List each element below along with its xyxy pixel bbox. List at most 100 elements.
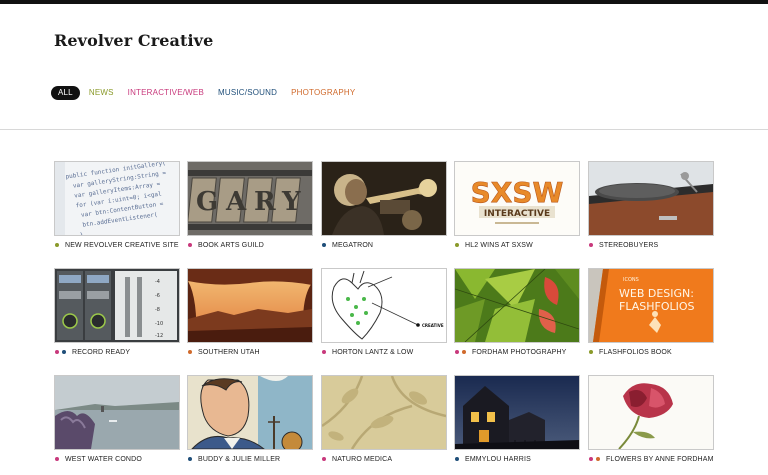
code-thumbnail[interactable]: public function initGallery( var gallery… bbox=[54, 161, 180, 236]
svg-text:-6: -6 bbox=[155, 293, 160, 299]
category-dot bbox=[589, 350, 593, 354]
svg-text:R: R bbox=[254, 187, 276, 217]
tile-label[interactable]: HORTON LANTZ & LOW bbox=[332, 348, 413, 357]
waterfront-thumbnail[interactable] bbox=[54, 375, 180, 450]
category-dot bbox=[188, 243, 192, 247]
category-dot bbox=[322, 350, 326, 354]
portfolio-tile[interactable]: public function initGallery( var gallery… bbox=[54, 161, 180, 250]
canyon-icon bbox=[188, 269, 312, 342]
tile-label[interactable]: FLASHFOLIOS BOOK bbox=[599, 348, 672, 357]
turntable-thumbnail[interactable] bbox=[588, 161, 714, 236]
svg-text:G: G bbox=[196, 187, 218, 217]
category-dots bbox=[455, 457, 462, 461]
tile-label[interactable]: NEW REVOLVER CREATIVE SITE bbox=[65, 241, 179, 250]
botanical-thumbnail[interactable] bbox=[321, 375, 447, 450]
category-dots bbox=[188, 350, 195, 354]
svg-text:-12: -12 bbox=[155, 333, 163, 339]
interactive-text: INTERACTIVE bbox=[484, 209, 550, 219]
category-dots bbox=[188, 457, 195, 461]
portfolio-tile[interactable]: SOUTHERN UTAH bbox=[187, 268, 313, 357]
tile-label[interactable]: HL2 WINS AT SXSW bbox=[465, 241, 533, 250]
category-dots bbox=[322, 350, 329, 354]
night-house-thumbnail[interactable] bbox=[454, 375, 580, 450]
sxsw-thumbnail[interactable]: SXSW INTERACTIVE bbox=[454, 161, 580, 236]
tile-label[interactable]: EMMYLOU HARRIS bbox=[465, 455, 531, 464]
portfolio-tile[interactable]: FLOWERS BY ANNE FORDHAM bbox=[588, 375, 714, 464]
svg-text:Y: Y bbox=[281, 187, 301, 217]
category-dot bbox=[589, 457, 593, 461]
portfolio-tile[interactable]: -4 -6 -8 -10 -12 RECORD READY bbox=[54, 268, 180, 357]
waterfront-icon bbox=[55, 376, 179, 449]
portfolio-tile[interactable]: NATURO MEDICA bbox=[321, 375, 447, 464]
svg-text:A: A bbox=[225, 187, 247, 217]
tulip-thumbnail[interactable] bbox=[588, 375, 714, 450]
illustration-icon bbox=[188, 376, 312, 449]
category-dot bbox=[589, 243, 593, 247]
category-dot bbox=[455, 243, 459, 247]
trumpet-player-thumbnail[interactable] bbox=[321, 161, 447, 236]
tile-label[interactable]: WEST WATER CONDO bbox=[65, 455, 142, 464]
category-dots bbox=[455, 243, 462, 247]
heart-diagram-thumbnail[interactable]: CREATIVE bbox=[321, 268, 447, 343]
category-filters: ALL NEWS INTERACTIVE/WEB MUSIC/SOUND PHO… bbox=[51, 86, 369, 100]
svg-text:-10: -10 bbox=[155, 321, 163, 327]
canyon-thumbnail[interactable] bbox=[187, 268, 313, 343]
botanical-icon bbox=[322, 376, 446, 449]
tulip-icon bbox=[589, 376, 713, 449]
portfolio-tile[interactable]: ICONS WEB DESIGN: FLASHFOLIOS FLASHFOLIO… bbox=[588, 268, 714, 357]
category-dot bbox=[62, 350, 66, 354]
code-icon: public function initGallery( var gallery… bbox=[55, 162, 179, 235]
header-divider bbox=[0, 129, 768, 130]
tile-label[interactable]: STEREOBUYERS bbox=[599, 241, 658, 250]
category-dot bbox=[322, 457, 326, 461]
category-dot bbox=[55, 457, 59, 461]
site-title[interactable]: Revolver Creative bbox=[54, 31, 213, 50]
turntable-icon bbox=[589, 162, 713, 235]
category-dot bbox=[455, 350, 459, 354]
category-dots bbox=[322, 457, 329, 461]
category-dots bbox=[589, 457, 603, 461]
book-title-line-1: WEB DESIGN: bbox=[619, 287, 694, 300]
portfolio-tile[interactable]: BUDDY & JULIE MILLER bbox=[187, 375, 313, 464]
filter-music-sound[interactable]: MUSIC/SOUND bbox=[218, 87, 277, 99]
category-dots bbox=[55, 457, 62, 461]
letterpress-thumbnail[interactable]: GARY bbox=[187, 161, 313, 236]
portfolio-tile[interactable]: FORDHAM PHOTOGRAPHY bbox=[454, 268, 580, 357]
portfolio-tile[interactable]: CREATIVE HORTON LANTZ & LOW bbox=[321, 268, 447, 357]
sxsw-logo-icon: SXSW INTERACTIVE bbox=[455, 162, 579, 235]
filter-photography[interactable]: PHOTOGRAPHY bbox=[291, 87, 355, 99]
category-dots bbox=[322, 243, 329, 247]
illustration-thumbnail[interactable] bbox=[187, 375, 313, 450]
book-cover-thumbnail[interactable]: ICONS WEB DESIGN: FLASHFOLIOS bbox=[588, 268, 714, 343]
category-dots bbox=[589, 350, 596, 354]
portfolio-tile[interactable]: MEGATRON bbox=[321, 161, 447, 250]
filter-interactive-web[interactable]: INTERACTIVE/WEB bbox=[128, 87, 204, 99]
filter-news[interactable]: NEWS bbox=[89, 87, 114, 99]
top-bar bbox=[0, 0, 768, 4]
tile-label[interactable]: FORDHAM PHOTOGRAPHY bbox=[472, 348, 567, 357]
night-house-icon bbox=[455, 376, 579, 449]
tile-label[interactable]: RECORD READY bbox=[72, 348, 130, 357]
tile-label[interactable]: SOUTHERN UTAH bbox=[198, 348, 260, 357]
tile-label[interactable]: FLOWERS BY ANNE FORDHAM bbox=[606, 455, 714, 464]
leaves-thumbnail[interactable] bbox=[454, 268, 580, 343]
tile-label[interactable]: MEGATRON bbox=[332, 241, 373, 250]
portfolio-tile[interactable]: WEST WATER CONDO bbox=[54, 375, 180, 464]
trumpet-player-icon bbox=[322, 162, 446, 235]
svg-text:ICONS: ICONS bbox=[623, 277, 639, 283]
svg-text:-4: -4 bbox=[155, 279, 160, 285]
portfolio-tile[interactable]: GARY BOOK ARTS GUILD bbox=[187, 161, 313, 250]
mixer-thumbnail[interactable]: -4 -6 -8 -10 -12 bbox=[54, 268, 180, 343]
sxsw-text: SXSW bbox=[471, 176, 564, 209]
tile-label[interactable]: BOOK ARTS GUILD bbox=[198, 241, 264, 250]
category-dots bbox=[455, 350, 469, 354]
category-dot bbox=[596, 457, 600, 461]
portfolio-tile[interactable]: SXSW INTERACTIVE HL2 WINS AT SXSW bbox=[454, 161, 580, 250]
portfolio-tile[interactable]: EMMYLOU HARRIS bbox=[454, 375, 580, 464]
portfolio-tile[interactable]: STEREOBUYERS bbox=[588, 161, 714, 250]
filter-all[interactable]: ALL bbox=[51, 86, 80, 100]
tile-label[interactable]: BUDDY & JULIE MILLER bbox=[198, 455, 280, 464]
tile-label[interactable]: NATURO MEDICA bbox=[332, 455, 392, 464]
letterpress-icon: GARY bbox=[188, 162, 312, 235]
category-dot bbox=[55, 243, 59, 247]
